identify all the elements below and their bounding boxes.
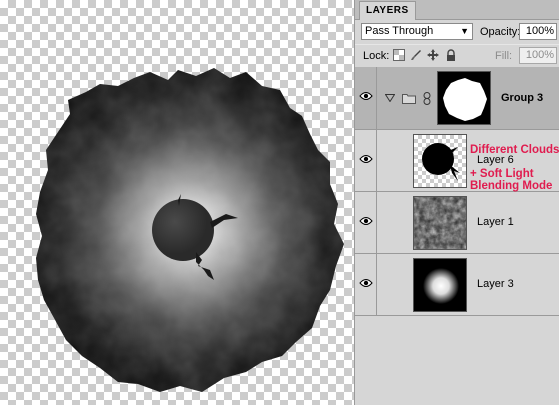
- eye-icon: [359, 92, 373, 100]
- lock-label: Lock:: [363, 50, 390, 62]
- lock-transparent-icon[interactable]: [393, 49, 405, 61]
- layer-row-group-3[interactable]: Group 3: [355, 67, 559, 130]
- layer-name-layer-3: Layer 3: [477, 278, 514, 290]
- mask-shape: [443, 78, 487, 121]
- fill-label: Fill:: [495, 50, 513, 62]
- eye-icon: [359, 217, 373, 225]
- artwork: [36, 68, 344, 392]
- layer-thumbnail: [413, 196, 467, 250]
- visibility-toggle[interactable]: [355, 192, 377, 253]
- annotation-line: Different Clouds: [470, 144, 559, 156]
- annotation-line: + Soft Light: [470, 168, 534, 180]
- annotation-spacer: [470, 156, 559, 168]
- eye-icon: [359, 155, 373, 163]
- annotation-text: Different Clouds + Soft Light Blending M…: [470, 144, 559, 192]
- layer-name-group-3: Group 3: [501, 92, 544, 104]
- annotation-line: Blending Mode: [470, 180, 553, 192]
- lock-move-icon[interactable]: [427, 49, 439, 61]
- chain-link-icon[interactable]: [423, 92, 431, 105]
- lock-all-icon[interactable]: [445, 49, 457, 61]
- dropdown-arrow-icon: ▼: [460, 26, 469, 36]
- mask-thumbnail[interactable]: [437, 71, 491, 125]
- visibility-toggle[interactable]: [355, 254, 377, 315]
- fill-field[interactable]: 100%: [519, 47, 557, 64]
- blend-opacity-row: Pass Through ▼ Opacity: 100%: [355, 20, 559, 44]
- disclosure-triangle-icon[interactable]: [385, 94, 395, 102]
- dark-ball: [152, 199, 214, 261]
- blend-mode-select[interactable]: Pass Through ▼: [361, 23, 473, 40]
- folder-icon: [402, 94, 416, 104]
- opacity-field[interactable]: 100%: [519, 23, 557, 40]
- layers-panel: LAYERS Pass Through ▼ Opacity: 100% Lock…: [354, 0, 559, 405]
- document-canvas[interactable]: [0, 0, 354, 405]
- layer-thumbnail: [413, 258, 467, 312]
- eye-icon: [359, 279, 373, 287]
- lock-fill-row: Lock: Fill: 100%: [355, 44, 559, 68]
- clouds-texture: [414, 197, 466, 249]
- layer-row-layer-1[interactable]: Layer 1: [355, 192, 559, 254]
- layer-name-layer-1: Layer 1: [477, 216, 514, 228]
- lock-brush-icon[interactable]: [410, 49, 422, 61]
- tab-layers[interactable]: LAYERS: [359, 1, 416, 20]
- opacity-label: Opacity:: [480, 26, 521, 38]
- visibility-toggle[interactable]: [355, 67, 377, 129]
- panel-tab-bar: LAYERS: [355, 0, 559, 20]
- layer-row-layer-3[interactable]: Layer 3: [355, 254, 559, 316]
- ball-shape: [422, 143, 460, 181]
- visibility-toggle[interactable]: [355, 130, 377, 191]
- layer-thumbnail: [413, 134, 467, 188]
- glow-shape: [414, 259, 466, 311]
- blend-mode-value: Pass Through: [365, 25, 434, 37]
